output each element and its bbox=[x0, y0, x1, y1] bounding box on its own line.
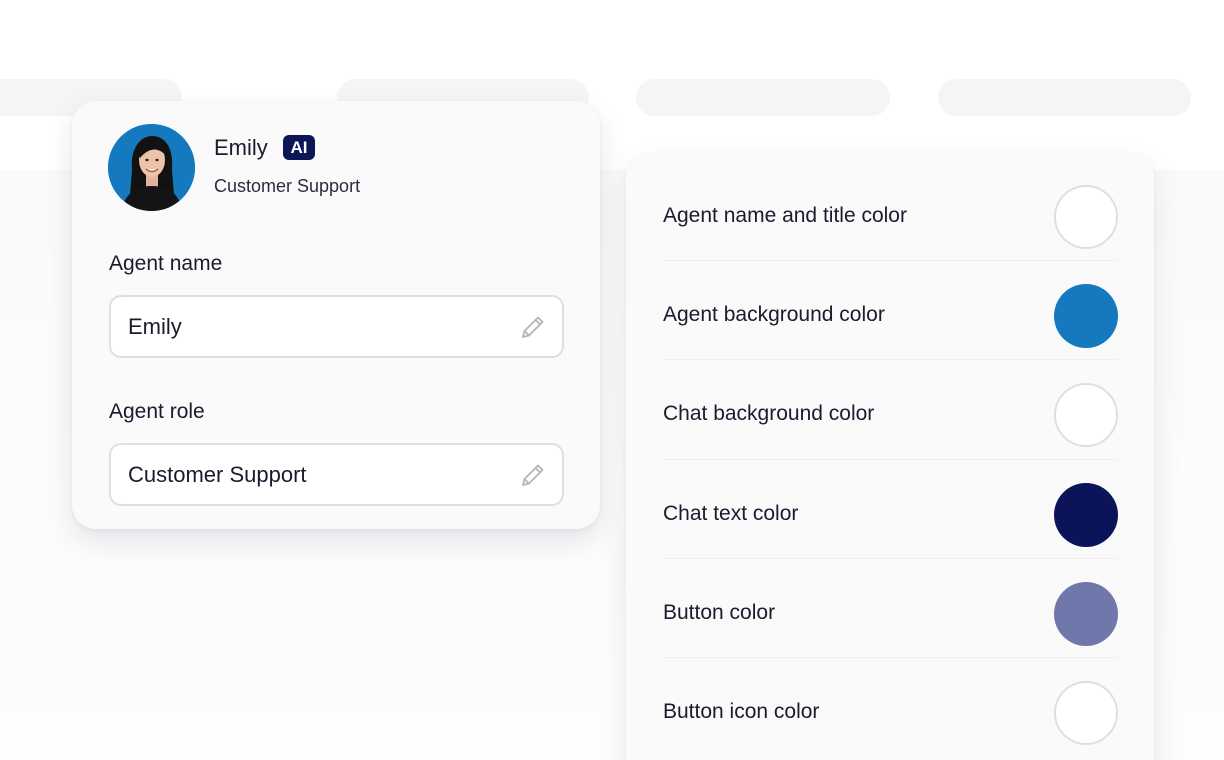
color-label: Chat text color bbox=[663, 502, 799, 525]
color-label: Agent background color bbox=[663, 303, 885, 326]
color-label: Chat background color bbox=[663, 402, 875, 425]
ai-badge: AI bbox=[283, 135, 315, 160]
agent-display-role: Customer Support bbox=[214, 176, 361, 196]
agent-portrait bbox=[108, 124, 195, 211]
color-row-button: Button color bbox=[626, 558, 1154, 657]
agent-name-field[interactable] bbox=[109, 295, 564, 358]
pencil-icon[interactable] bbox=[518, 460, 548, 490]
color-label: Button icon color bbox=[663, 700, 820, 723]
color-swatch[interactable] bbox=[1054, 483, 1118, 547]
color-swatch[interactable] bbox=[1054, 383, 1118, 447]
agent-role-label: Agent role bbox=[109, 400, 205, 423]
agent-name-input[interactable] bbox=[128, 313, 508, 341]
placeholder-pill bbox=[938, 79, 1191, 116]
agent-name-label: Agent name bbox=[109, 252, 223, 275]
color-row-chat-background: Chat background color bbox=[626, 359, 1154, 458]
color-row-button-icon: Button icon color bbox=[626, 657, 1154, 756]
color-label: Agent name and title color bbox=[663, 204, 907, 227]
avatar bbox=[108, 124, 195, 211]
color-swatch[interactable] bbox=[1054, 284, 1118, 348]
color-swatch[interactable] bbox=[1054, 582, 1118, 646]
color-settings-panel: Agent name and title color Agent backgro… bbox=[626, 153, 1154, 760]
agent-role-field[interactable] bbox=[109, 443, 564, 506]
color-swatch[interactable] bbox=[1054, 681, 1118, 745]
agent-display-name: Emily bbox=[214, 135, 268, 160]
agent-card: Emily AI Customer Support Agent name Age… bbox=[72, 101, 600, 529]
color-swatch[interactable] bbox=[1054, 185, 1118, 249]
agent-role-input[interactable] bbox=[128, 461, 508, 489]
color-label: Button color bbox=[663, 601, 776, 624]
color-row-agent-name-title: Agent name and title color bbox=[626, 161, 1154, 260]
pencil-icon[interactable] bbox=[518, 312, 548, 342]
color-row-agent-background: Agent background color bbox=[626, 260, 1154, 359]
color-row-chat-text: Chat text color bbox=[626, 459, 1154, 558]
placeholder-pill bbox=[636, 79, 890, 116]
